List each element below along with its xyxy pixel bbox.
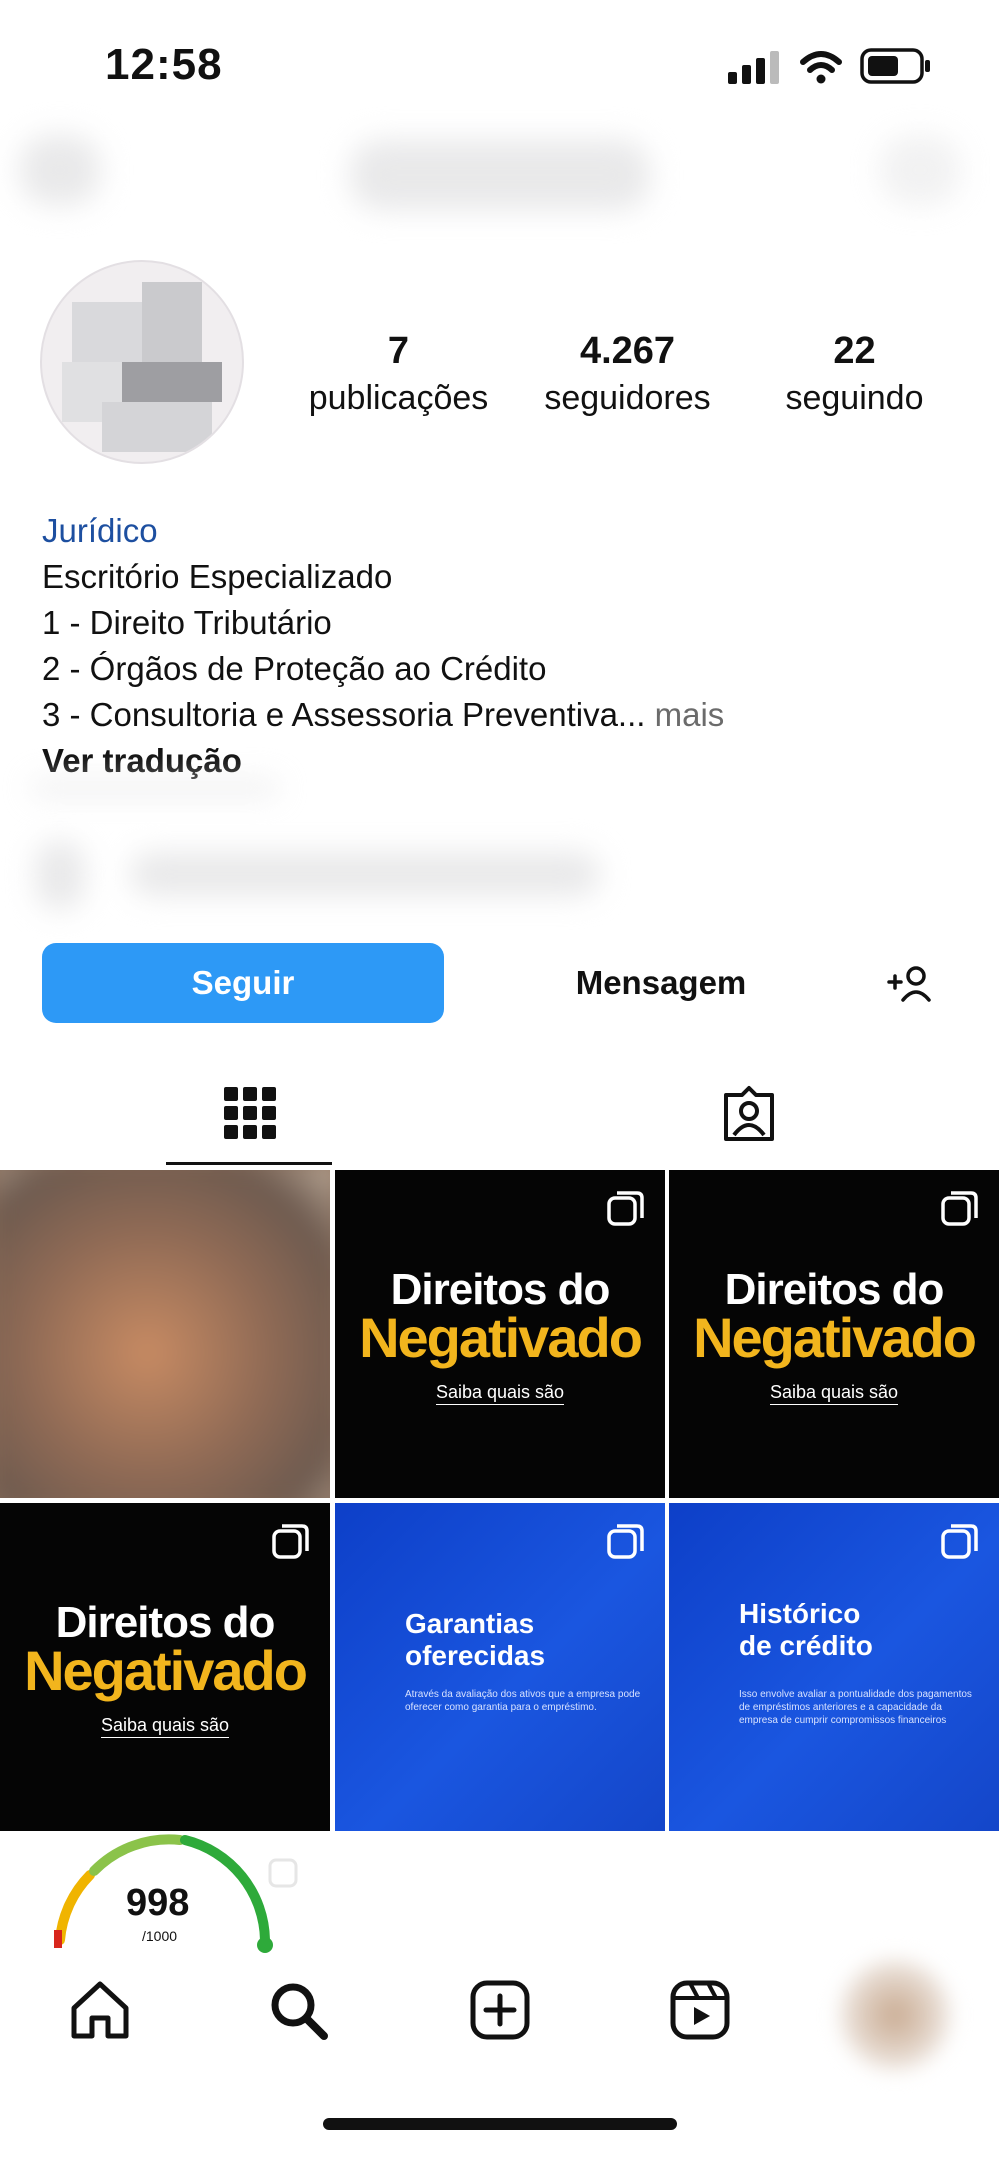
post-thumbnail-1[interactable]: [0, 1170, 330, 1498]
home-indicator: [323, 2118, 677, 2130]
back-button[interactable]: [20, 135, 100, 205]
follow-button[interactable]: Seguir: [42, 943, 444, 1023]
more-options-button[interactable]: [880, 135, 960, 205]
carousel-icon: [607, 1524, 644, 1559]
post-subtitle-text: Saiba quais são: [769, 1382, 899, 1405]
post-subtitle: Saiba quais são: [669, 1382, 999, 1405]
link-icon: [35, 840, 85, 910]
posts-label: publicações: [308, 379, 489, 417]
carousel-icon: [272, 1524, 309, 1559]
post-thumbnail-5[interactable]: Garantias oferecidas Através da avaliaçã…: [335, 1503, 665, 1831]
stat-followers[interactable]: 4.267 seguidores: [525, 330, 730, 418]
carousel-icon: [607, 1191, 644, 1226]
stat-posts[interactable]: 7 publicações: [296, 330, 501, 418]
bio-more-link[interactable]: mais: [645, 696, 725, 733]
post-highlight: Negativado: [24, 1639, 308, 1702]
bio-line: 3 - Consultoria e Assessoria Preventiva.…: [42, 696, 646, 733]
post-thumbnail-3[interactable]: Direitos do Negativado Saiba quais são: [669, 1170, 999, 1498]
username-header: [350, 140, 650, 210]
blurred-photo: [0, 1170, 330, 1498]
carousel-icon: [941, 1524, 978, 1559]
post-subtitle-text: Saiba quais são: [435, 1382, 565, 1405]
profile-link[interactable]: [130, 852, 600, 896]
post-subtitle-text: Saiba quais são: [100, 1715, 230, 1738]
post-thumbnail-4[interactable]: Direitos do Negativado Saiba quais são: [0, 1503, 330, 1831]
signal-icon: [728, 51, 779, 84]
post-highlight: Negativado: [359, 1306, 643, 1369]
post-subtitle: Saiba quais são: [335, 1382, 665, 1405]
carousel-icon: [941, 1191, 978, 1226]
wifi-icon: [800, 51, 842, 84]
carousel-icon: [268, 1858, 298, 1888]
post-highlight: Negativado: [693, 1306, 977, 1369]
post-thumbnail-6[interactable]: Histórico de crédito Isso envolve avalia…: [669, 1503, 999, 1831]
bio-line: 2 - Órgãos de Proteção ao Crédito: [42, 650, 547, 687]
reels-icon[interactable]: [668, 1978, 732, 2042]
post-subtitle: Saiba quais são: [0, 1715, 330, 1738]
following-label: seguindo: [785, 379, 924, 417]
tagged-icon[interactable]: [720, 1085, 778, 1143]
add-person-icon[interactable]: [885, 960, 935, 1010]
profile-bio: Jurídico Escritório Especializado 1 - Di…: [42, 508, 724, 784]
bio-line: Escritório Especializado: [42, 558, 393, 595]
active-tab-indicator: [166, 1162, 332, 1165]
post-title: Histórico de crédito: [739, 1598, 873, 1662]
home-icon[interactable]: [68, 1978, 132, 2042]
post-title: Garantias oferecidas: [405, 1608, 545, 1672]
post-thumbnail-2[interactable]: Direitos do Negativado Saiba quais são: [335, 1170, 665, 1498]
followers-count: 4.267: [579, 330, 676, 372]
profile-category: Jurídico: [42, 512, 158, 549]
status-time: 12:58: [105, 40, 223, 89]
score-max: /1000: [142, 1928, 178, 1944]
post-body: Isso envolve avaliar a pontualidade dos …: [739, 1689, 972, 1726]
post-title-line: Histórico: [739, 1598, 861, 1629]
profile-avatar[interactable]: [40, 260, 244, 464]
followers-label: seguidores: [544, 379, 711, 417]
score-value: 998: [126, 1882, 190, 1924]
bio-line: 1 - Direito Tributário: [42, 604, 332, 641]
post-body: Através da avaliação dos ativos que a em…: [405, 1689, 641, 1713]
blurred-text: [30, 778, 280, 798]
battery-icon: [860, 48, 930, 84]
bio-line-last: 3 - Consultoria e Assessoria Preventiva.…: [42, 692, 724, 738]
stat-following[interactable]: 22 seguindo: [752, 330, 957, 418]
following-count: 22: [833, 330, 876, 372]
post-title-line: oferecidas: [405, 1640, 546, 1671]
grid-icon[interactable]: [222, 1085, 278, 1141]
search-icon[interactable]: [266, 1978, 330, 2042]
post-title-line: de crédito: [739, 1630, 873, 1661]
post-title-line: Garantias: [405, 1608, 535, 1639]
create-icon[interactable]: [468, 1978, 532, 2042]
posts-count: 7: [387, 330, 410, 372]
message-button[interactable]: Mensagem: [520, 943, 802, 1023]
profile-avatar[interactable]: [840, 1960, 950, 2070]
